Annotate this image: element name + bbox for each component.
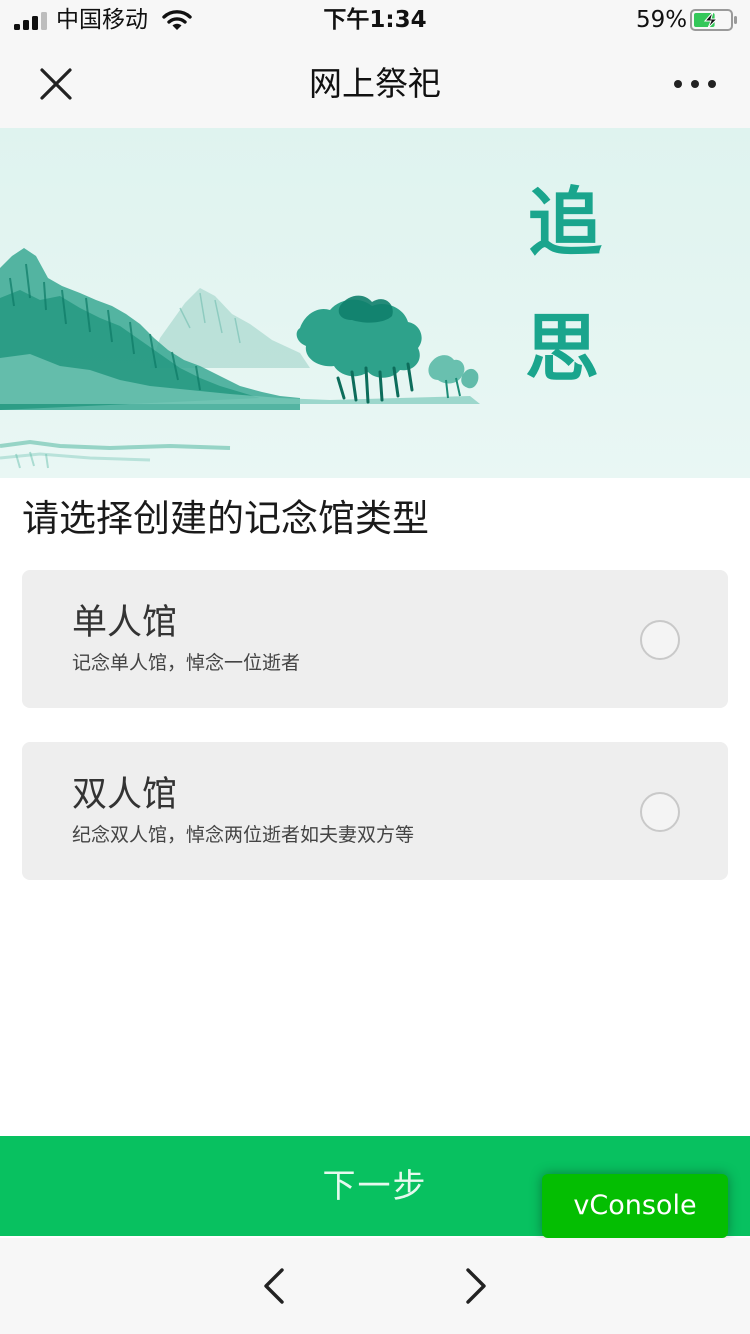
option-title: 单人馆 [72,603,178,643]
calligraphy-char-2: 思 [525,306,599,392]
close-icon[interactable] [36,64,76,104]
radio-button[interactable] [640,792,680,832]
battery-percent: 59% [636,7,688,33]
option-single-memorial[interactable]: 单人馆 记念单人馆，悼念一位逝者 [22,570,728,708]
status-bar: 中国移动 下午1:34 59% [0,0,750,40]
option-description: 纪念双人馆，悼念两位逝者如夫妻双方等 [72,824,415,846]
option-double-memorial[interactable]: 双人馆 纪念双人馆，悼念两位逝者如夫妻双方等 [22,742,728,880]
battery-icon [690,9,737,31]
chevron-left-icon[interactable] [256,1266,292,1306]
chevron-right-icon[interactable] [458,1266,494,1306]
browser-toolbar [0,1238,750,1334]
page-title: 网上祭祀 [309,64,441,103]
landscape-painting: 追 思 [0,128,750,478]
option-description: 记念单人馆，悼念一位逝者 [72,652,301,674]
memorial-banner: 追 思 [0,128,750,478]
nav-bar: 网上祭祀 [0,40,750,128]
vconsole-button[interactable]: vConsole [542,1174,728,1238]
calligraphy-char-1: 追 [528,180,602,266]
section-heading: 请选择创建的记念馆类型 [22,497,429,540]
option-title: 双人馆 [72,775,178,815]
radio-button[interactable] [640,620,680,660]
more-icon[interactable] [672,74,718,94]
